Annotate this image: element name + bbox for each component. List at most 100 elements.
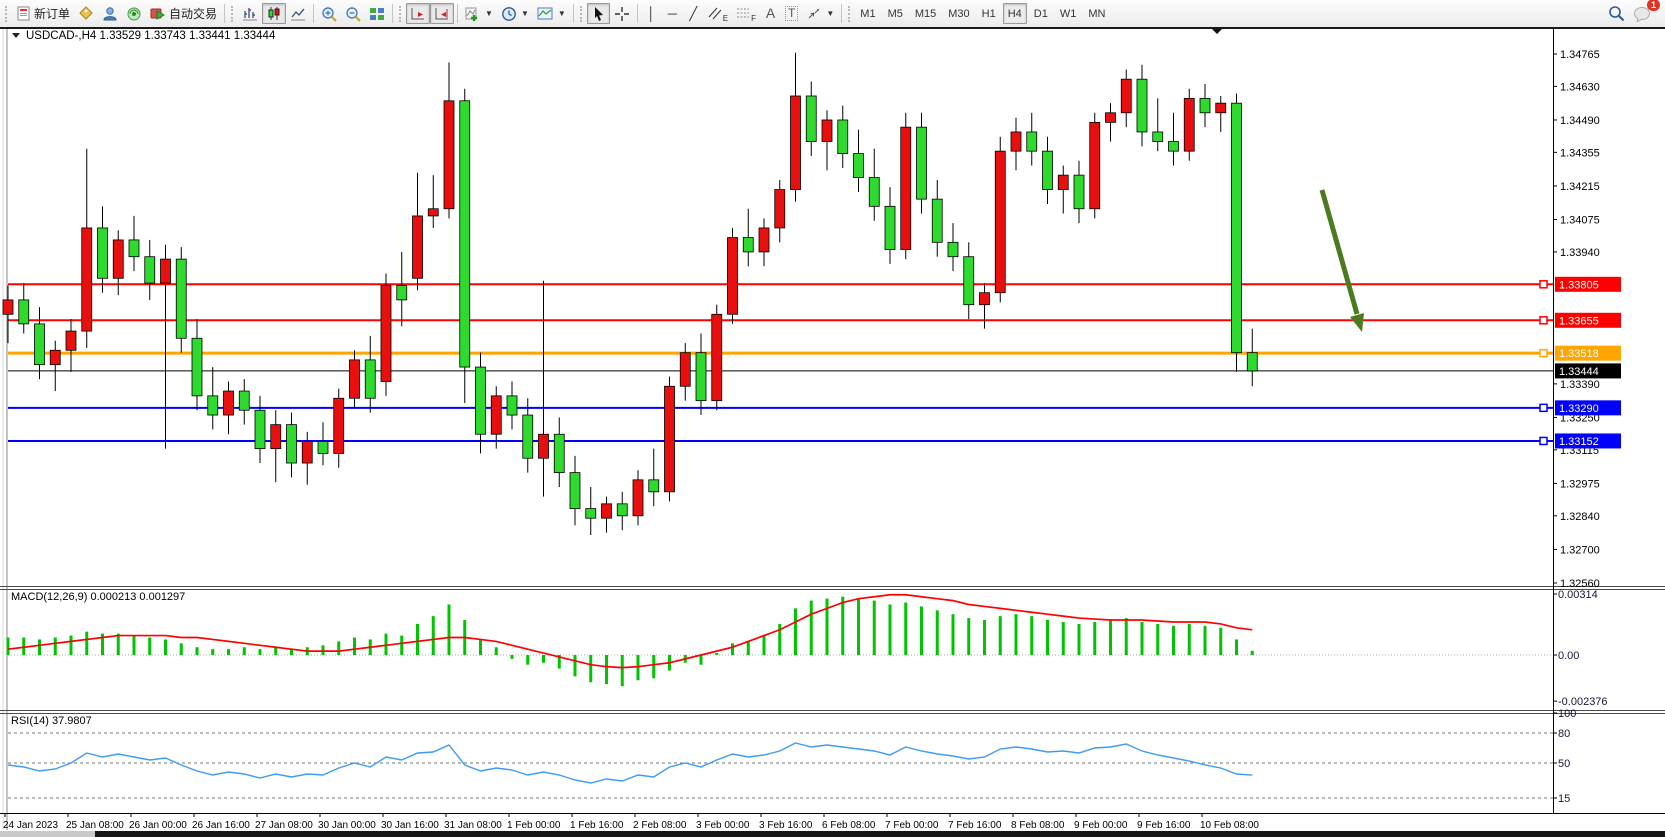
- macd-axis-label: 0.00314: [1558, 589, 1598, 601]
- date-axis-label: 8 Feb 08:00: [1011, 820, 1065, 831]
- candle: [82, 228, 92, 331]
- candle: [507, 396, 517, 415]
- crosshair-tool-button[interactable]: [610, 3, 634, 24]
- timeframe-button-w1[interactable]: W1: [1055, 3, 1082, 24]
- quotes-button[interactable]: [74, 3, 98, 24]
- timeframe-button-h1[interactable]: H1: [977, 3, 1001, 24]
- chart-title: USDCAD-,H4 1.33529 1.33743 1.33441 1.334…: [26, 30, 276, 42]
- candle: [759, 228, 769, 252]
- bar-chart-button[interactable]: [238, 3, 262, 24]
- signal-icon: [126, 6, 142, 21]
- level-line-handle[interactable]: [1540, 281, 1547, 288]
- toolbar-drag-handle[interactable]: [580, 6, 584, 22]
- candlestick-chart-button[interactable]: [262, 3, 286, 24]
- macd-label: MACD(12,26,9) 0.000213 0.001297: [11, 591, 185, 603]
- candle: [932, 199, 942, 242]
- timeframe-button-h4[interactable]: H4: [1003, 3, 1027, 24]
- cursor-tool-button[interactable]: [587, 3, 610, 24]
- tile-windows-button[interactable]: [365, 3, 389, 24]
- timeframe-button-d1[interactable]: D1: [1029, 3, 1053, 24]
- fibonacci-tool-button[interactable]: F: [732, 3, 760, 24]
- auto-trading-icon: [150, 6, 166, 21]
- periods-button[interactable]: ▼: [497, 3, 533, 24]
- price-axis-label: 1.34765: [1560, 49, 1600, 61]
- text-tool-button[interactable]: A: [760, 3, 781, 24]
- zoom-in-button[interactable]: [317, 3, 341, 24]
- auto-trading-label: 自动交易: [169, 5, 217, 22]
- templates-dropdown-caret[interactable]: ▼: [558, 9, 566, 18]
- line-chart-button[interactable]: [286, 3, 310, 24]
- date-axis-label: 26 Jan 00:00: [129, 820, 187, 831]
- candle: [617, 504, 627, 516]
- auto-scroll-icon: [410, 6, 426, 21]
- chart-canvas[interactable]: USDCAD-,H4 1.33529 1.33743 1.33441 1.334…: [0, 0, 1665, 837]
- candle: [523, 415, 533, 458]
- price-axis-label: 1.34215: [1560, 181, 1600, 193]
- mt4-window: { "toolbar": { "new_order_label": "新订单",…: [0, 0, 1665, 837]
- level-line-handle[interactable]: [1540, 317, 1547, 324]
- tile-windows-icon: [369, 6, 385, 21]
- timeframe-button-m5[interactable]: M5: [883, 3, 908, 24]
- candle: [1090, 122, 1100, 208]
- date-axis-label: 2 Feb 08:00: [633, 820, 687, 831]
- text-icon: A: [766, 7, 775, 20]
- candle: [1169, 142, 1179, 152]
- level-line-handle[interactable]: [1540, 404, 1547, 411]
- zoom-out-button[interactable]: [341, 3, 365, 24]
- candle: [901, 127, 911, 249]
- search-icon: [1608, 5, 1625, 22]
- level-line-handle[interactable]: [1540, 350, 1547, 357]
- indicators-dropdown-caret[interactable]: ▼: [485, 9, 493, 18]
- timeframe-group: M1M5M15M30H1H4D1W1MN: [855, 3, 1110, 24]
- horizontal-line-tool-button[interactable]: ─: [662, 3, 683, 24]
- bar-chart-icon: [242, 6, 258, 21]
- auto-scroll-button[interactable]: [406, 3, 430, 24]
- timeframe-button-mn[interactable]: MN: [1083, 3, 1110, 24]
- chart-background: [0, 28, 1665, 837]
- candle: [633, 480, 643, 516]
- templates-button[interactable]: ▼: [533, 3, 570, 24]
- level-line-handle[interactable]: [1540, 437, 1547, 444]
- toolbar-drag-handle[interactable]: [5, 6, 9, 22]
- candle: [728, 238, 738, 315]
- chart-shift-icon: [434, 6, 450, 21]
- fibonacci-icon: [736, 6, 750, 21]
- auto-trading-button[interactable]: 自动交易: [146, 3, 221, 24]
- notification-count-badge: 1: [1647, 0, 1660, 11]
- candle: [161, 259, 171, 283]
- date-axis-label: 9 Feb 16:00: [1137, 820, 1191, 831]
- rsi-label: RSI(14) 37.9807: [11, 715, 92, 727]
- scrollbar-track[interactable]: [0, 831, 95, 837]
- date-axis-label: 30 Jan 00:00: [318, 820, 376, 831]
- indicators-button[interactable]: ▼: [461, 3, 497, 24]
- profile-button[interactable]: [98, 3, 122, 24]
- text-label-icon: T: [785, 6, 798, 21]
- toolbar-drag-handle[interactable]: [848, 6, 852, 22]
- timeframe-button-m1[interactable]: M1: [855, 3, 880, 24]
- candle: [1216, 103, 1226, 113]
- arrows-icon: [806, 6, 822, 21]
- window-bottom-bar: [95, 831, 1665, 837]
- search-button[interactable]: [1604, 3, 1629, 24]
- candle: [413, 216, 423, 278]
- candle: [381, 286, 391, 382]
- price-axis-label: 1.33940: [1560, 247, 1600, 259]
- signal-button[interactable]: [122, 3, 146, 24]
- toolbar-drag-handle[interactable]: [399, 6, 403, 22]
- timeframe-button-m15[interactable]: M15: [910, 3, 941, 24]
- vertical-line-tool-button[interactable]: │: [641, 3, 662, 24]
- rsi-axis-label: 50: [1558, 758, 1570, 770]
- label-tool-button[interactable]: T: [781, 3, 802, 24]
- periods-dropdown-caret[interactable]: ▼: [521, 9, 529, 18]
- trendline-tool-button[interactable]: ╱: [683, 3, 704, 24]
- timeframe-button-m30[interactable]: M30: [943, 3, 974, 24]
- arrows-dropdown-caret[interactable]: ▼: [826, 9, 834, 18]
- chart-shift-button[interactable]: [430, 3, 454, 24]
- candle: [791, 96, 801, 190]
- channel-tool-button[interactable]: E: [704, 3, 732, 24]
- arrows-tool-button[interactable]: ▼: [802, 3, 838, 24]
- window-top-border: [0, 27, 1665, 29]
- notifications-button[interactable]: 1: [1629, 3, 1655, 24]
- toolbar-drag-handle[interactable]: [231, 6, 235, 22]
- new-order-button[interactable]: 新订单: [12, 3, 74, 24]
